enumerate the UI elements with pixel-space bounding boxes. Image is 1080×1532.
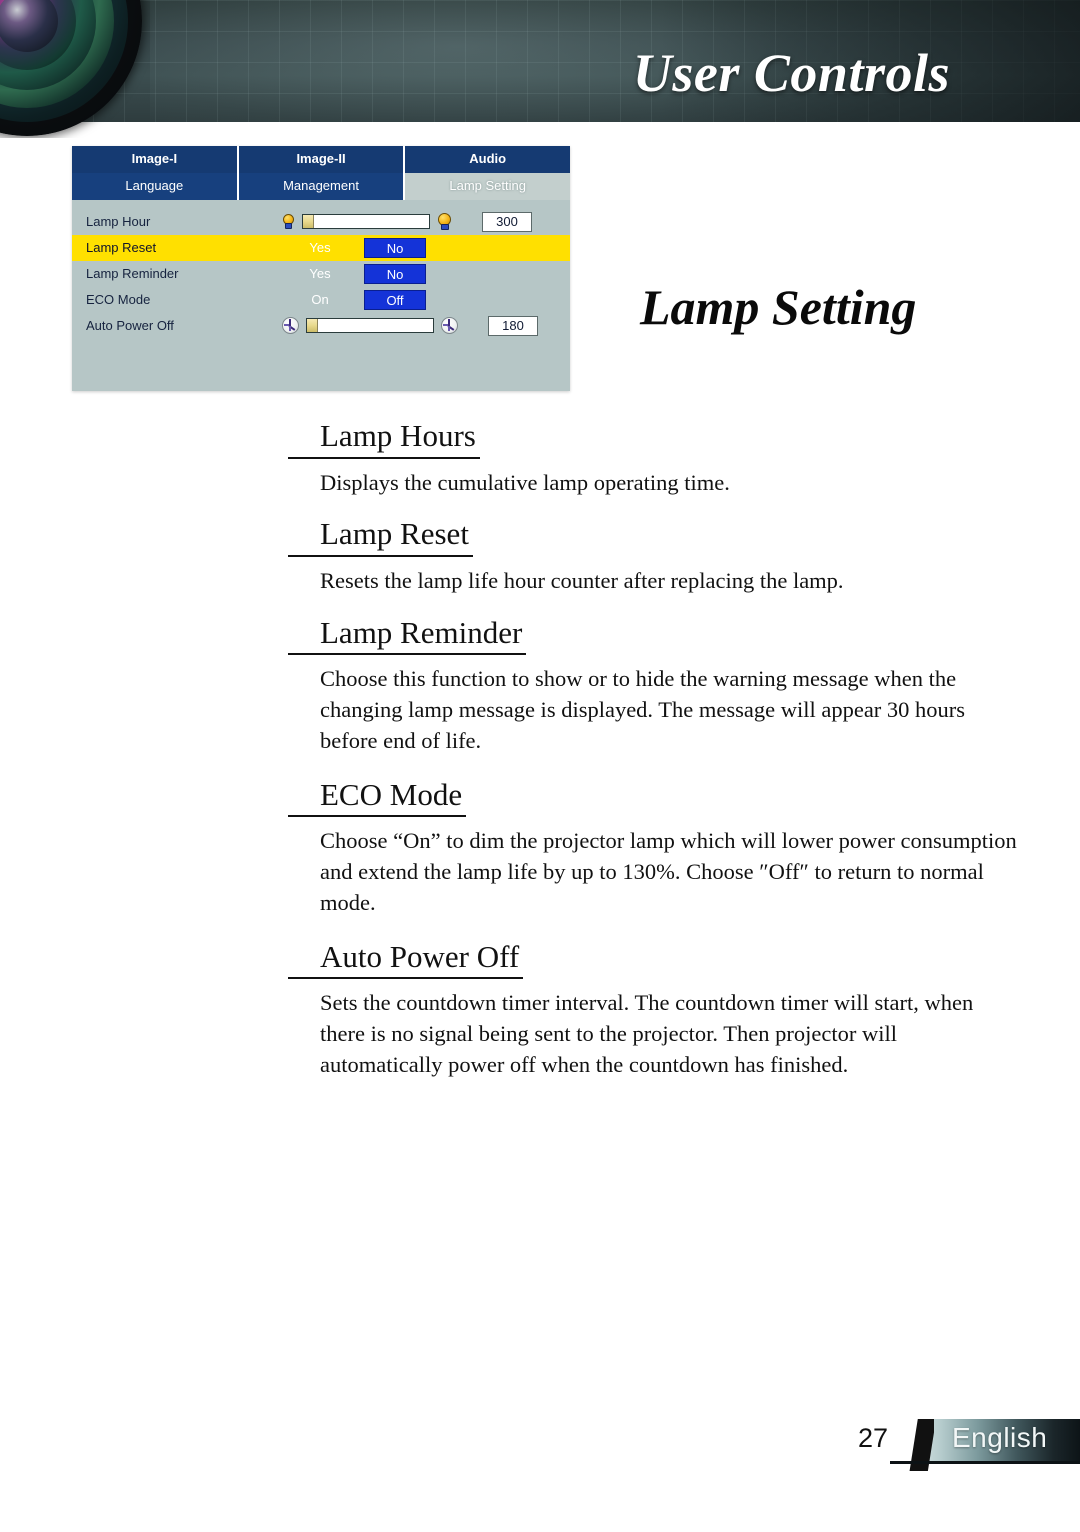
section-paragraph: Choose “On” to dim the projector lamp wh… — [320, 828, 1017, 915]
section-heading: Lamp Reminder — [288, 615, 527, 656]
osd-tab-audio[interactable]: Audio — [405, 146, 571, 173]
section-paragraph: Sets the countdown timer interval. The c… — [320, 990, 974, 1078]
lamp-hour-value: 300 — [482, 211, 532, 232]
page-number: 27 — [857, 1423, 888, 1453]
lamp-reset-option-no[interactable]: No — [364, 237, 426, 258]
auto-power-off-slider[interactable] — [306, 318, 434, 334]
slider-track — [314, 215, 429, 229]
osd-tab-image-2[interactable]: Image-II — [238, 146, 406, 173]
content-body: Lamp Hours Displays the cumulative lamp … — [288, 418, 1028, 1101]
osd-row-control[interactable]: 180 — [282, 315, 570, 336]
section-eco-mode: ECO Mode Choose “On” to dim the projecto… — [288, 777, 1028, 919]
lamp-reminder-option-yes[interactable]: Yes — [282, 266, 358, 281]
osd-tab-lamp-setting[interactable]: Lamp Setting — [405, 172, 571, 200]
lamp-reset-option-yes[interactable]: Yes — [282, 240, 358, 255]
eco-mode-option-off[interactable]: Off — [364, 289, 426, 310]
slider-knob[interactable] — [307, 319, 318, 333]
lamp-bulb-large-icon — [437, 212, 452, 231]
osd-row-control[interactable]: Yes No — [282, 237, 570, 258]
page-title: Lamp Setting — [640, 279, 917, 335]
osd-row-label: Auto Power Off — [86, 318, 174, 334]
timer-small-icon — [282, 317, 299, 335]
osd-row-lamp-hour[interactable]: Lamp Hour 300 — [72, 209, 570, 235]
osd-row-lamp-reminder[interactable]: Lamp Reminder Yes No — [72, 261, 570, 287]
page-header-title: User Controls — [632, 43, 950, 103]
footer-language-label: English — [952, 1422, 1048, 1453]
osd-tab-image-1[interactable]: Image-I — [72, 146, 239, 173]
osd-row-eco-mode[interactable]: ECO Mode On Off — [72, 287, 570, 313]
eco-mode-option-on[interactable]: On — [282, 292, 358, 307]
lamp-reminder-option-no[interactable]: No — [364, 263, 426, 284]
osd-menu-screenshot: Image-I Image-II Audio Language Manageme… — [72, 146, 571, 391]
section-lamp-hours: Lamp Hours Displays the cumulative lamp … — [288, 418, 1028, 498]
timer-large-icon — [441, 317, 458, 335]
lamp-bulb-small-icon — [282, 213, 295, 230]
osd-row-auto-power-off[interactable]: Auto Power Off 180 — [72, 313, 570, 339]
osd-tab-row-1: Image-I Image-II Audio — [72, 146, 571, 173]
section-heading: ECO Mode — [288, 777, 467, 818]
section-auto-power-off: Auto Power Off Sets the countdown timer … — [288, 939, 1028, 1081]
section-heading: Lamp Hours — [288, 418, 480, 459]
osd-row-label: Lamp Hour — [86, 214, 151, 230]
section-paragraph: Resets the lamp life hour counter after … — [320, 567, 844, 593]
slider-knob[interactable] — [303, 215, 314, 229]
osd-tab-language[interactable]: Language — [72, 172, 239, 200]
osd-tab-management[interactable]: Management — [238, 172, 406, 200]
auto-power-off-value: 180 — [488, 315, 538, 336]
section-paragraph: Displays the cumulative lamp operating t… — [320, 469, 730, 495]
osd-menu-body: Lamp Hour 300 Lamp Reset Yes No Lamp Rem… — [72, 200, 570, 391]
osd-row-control[interactable]: On Off — [282, 289, 570, 310]
slider-track — [318, 319, 433, 333]
section-heading: Lamp Reset — [288, 516, 473, 557]
section-paragraph: Choose this function to show or to hide … — [320, 666, 966, 753]
osd-tab-row-2: Language Management Lamp Setting — [72, 172, 571, 200]
footer-underline — [890, 1461, 1080, 1464]
section-lamp-reset: Lamp Reset Resets the lamp life hour cou… — [288, 516, 1028, 596]
osd-row-control[interactable]: 300 — [282, 211, 570, 232]
page-footer: 27 English — [0, 1419, 1080, 1471]
osd-row-label: Lamp Reminder — [86, 266, 179, 282]
osd-row-lamp-reset[interactable]: Lamp Reset Yes No — [72, 234, 570, 261]
section-lamp-reminder: Lamp Reminder Choose this function to sh… — [288, 615, 1028, 757]
section-heading: Auto Power Off — [288, 939, 524, 980]
osd-row-label: ECO Mode — [86, 292, 151, 308]
camera-lens-icon — [0, 0, 162, 138]
page-header-band: User Controls — [0, 0, 1080, 122]
osd-row-label: Lamp Reset — [86, 240, 157, 256]
lamp-hour-slider[interactable] — [302, 214, 430, 230]
osd-row-control[interactable]: Yes No — [282, 263, 570, 284]
